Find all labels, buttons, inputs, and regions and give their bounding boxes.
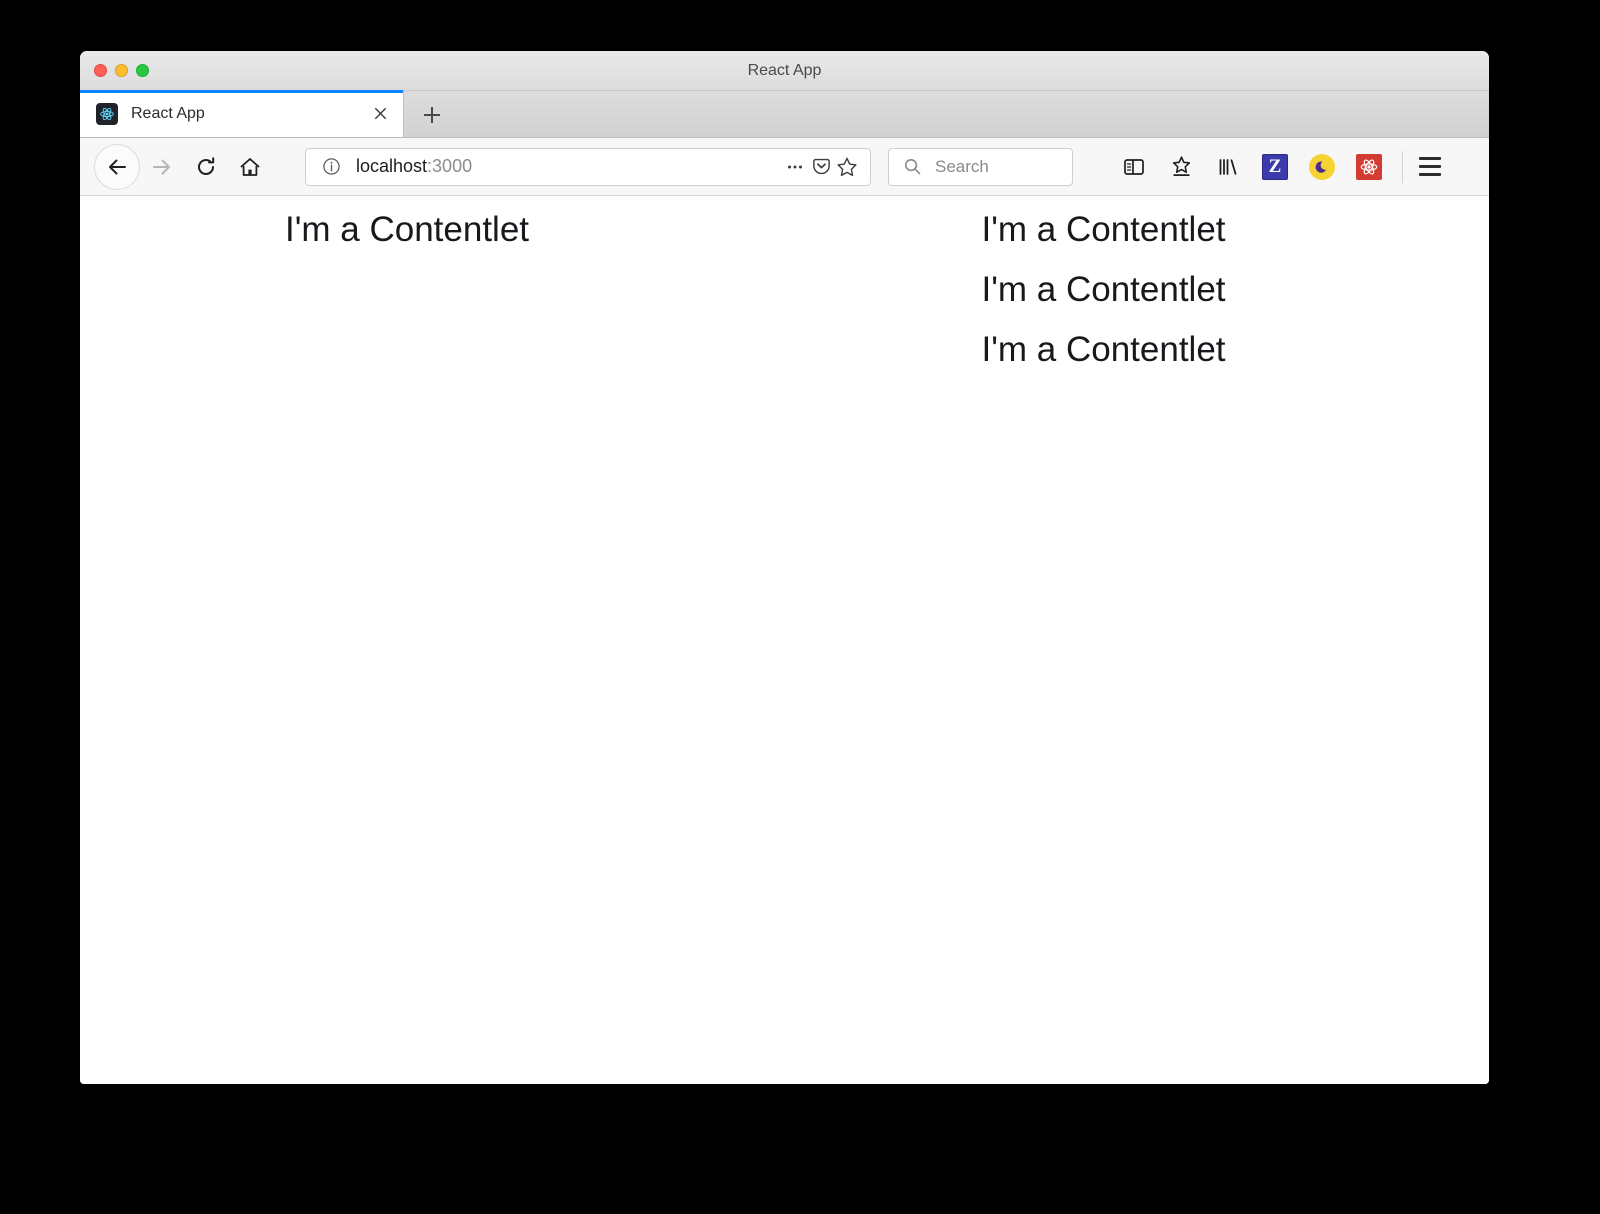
hamburger-menu-icon[interactable] xyxy=(1409,146,1451,188)
browser-window: React App React App localhost:3000 Searc… xyxy=(80,51,1489,1084)
search-icon xyxy=(899,154,925,180)
star-outline-icon[interactable] xyxy=(834,154,860,180)
url-bar[interactable]: localhost:3000 xyxy=(305,147,871,186)
react-devtools-icon[interactable] xyxy=(1354,152,1384,182)
hamburger-line xyxy=(1419,173,1441,176)
browser-tab-react-app[interactable]: React App xyxy=(80,90,404,137)
contentlet-item: I'm a Contentlet xyxy=(981,210,1226,249)
content-row: I'm a Contentlet I'm a Contentlet I'm a … xyxy=(80,200,1489,380)
toolbar-divider xyxy=(1402,150,1403,183)
page-content: I'm a Contentlet I'm a Contentlet I'm a … xyxy=(80,196,1489,1084)
ellipsis-icon[interactable] xyxy=(782,154,808,180)
content-column-left: I'm a Contentlet xyxy=(80,200,785,380)
contentlet-item: I'm a Contentlet xyxy=(981,270,1226,309)
search-input[interactable]: Search xyxy=(935,157,989,177)
tab-strip: React App xyxy=(80,90,1489,138)
toolbar-extensions: Z xyxy=(1119,152,1384,182)
tab-title: React App xyxy=(131,104,205,122)
zotero-label: Z xyxy=(1268,156,1282,177)
url-port: :3000 xyxy=(427,156,473,176)
pocket-icon[interactable] xyxy=(808,154,834,180)
home-icon[interactable] xyxy=(228,145,272,189)
url-input[interactable]: localhost:3000 xyxy=(356,156,782,177)
search-bar[interactable]: Search xyxy=(888,147,1073,186)
navigation-toolbar: localhost:3000 Search Z xyxy=(80,138,1489,196)
window-titlebar: React App xyxy=(80,51,1489,91)
react-devtools-badge xyxy=(1356,153,1382,180)
moon-badge xyxy=(1309,153,1335,180)
zotero-icon[interactable]: Z xyxy=(1260,152,1290,182)
sidebar-toggle-icon[interactable] xyxy=(1119,152,1149,182)
dark-mode-moon-icon[interactable] xyxy=(1307,152,1337,182)
content-column-right: I'm a Contentlet I'm a Contentlet I'm a … xyxy=(785,200,1490,380)
zotero-badge: Z xyxy=(1262,153,1288,180)
hamburger-line xyxy=(1419,165,1441,168)
url-host: localhost xyxy=(356,156,428,176)
back-arrow-icon[interactable] xyxy=(94,143,140,190)
contentlet-item: I'm a Contentlet xyxy=(285,210,530,249)
library-icon[interactable] xyxy=(1213,152,1243,182)
info-circle-icon[interactable] xyxy=(318,154,344,180)
hamburger-line xyxy=(1419,157,1441,160)
reload-icon[interactable] xyxy=(184,145,228,189)
forward-arrow-icon[interactable] xyxy=(140,145,184,189)
bookmark-star-icon[interactable] xyxy=(1166,152,1196,182)
react-icon xyxy=(96,102,118,125)
new-tab-button[interactable] xyxy=(404,93,460,137)
contentlet-item: I'm a Contentlet xyxy=(981,330,1226,369)
close-tab-button[interactable] xyxy=(367,101,393,127)
window-title: React App xyxy=(747,62,822,79)
